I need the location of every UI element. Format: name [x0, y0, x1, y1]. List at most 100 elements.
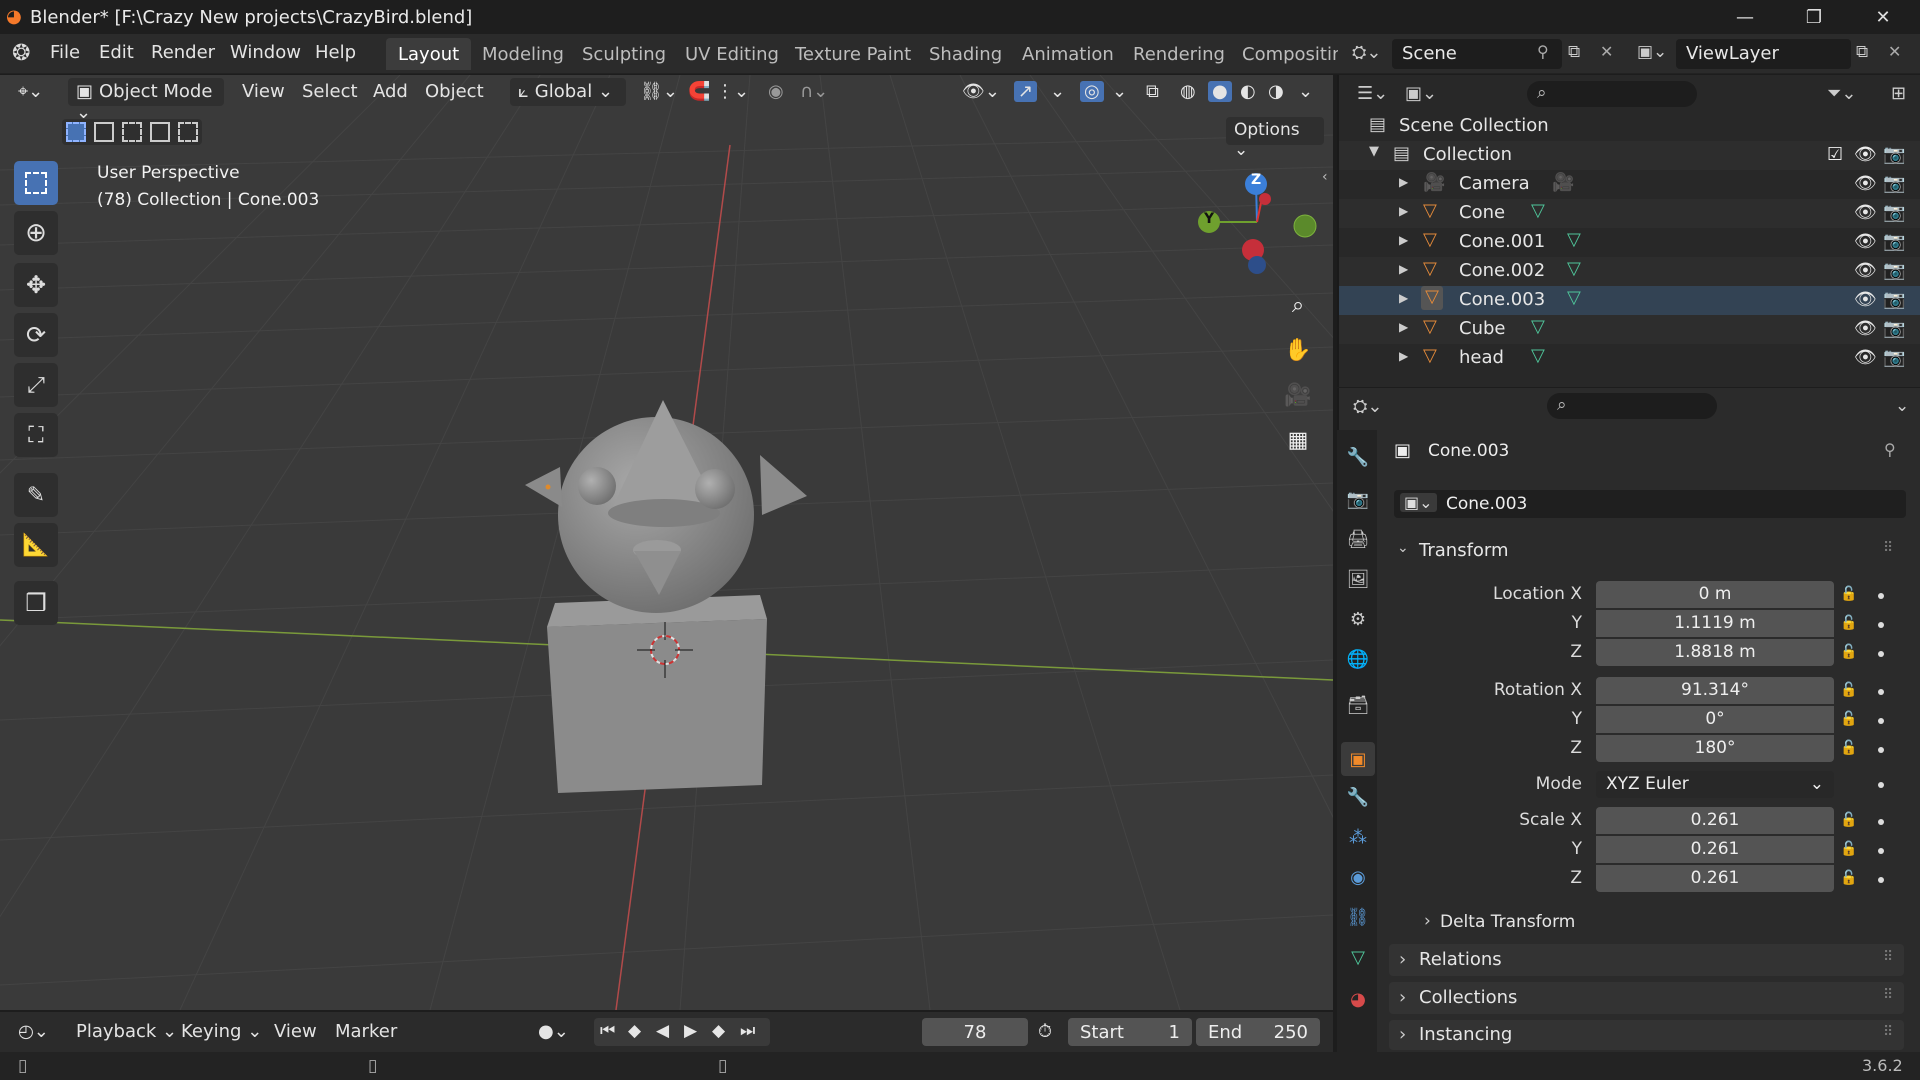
menu-playback[interactable]: Playback ⌄ [76, 1021, 177, 1042]
material-shading-icon[interactable]: ◐ [1240, 81, 1256, 102]
cube-object[interactable] [547, 595, 767, 793]
outliner-search-input[interactable]: ⌕ [1527, 81, 1697, 107]
xray-icon[interactable]: ⧉ [1146, 81, 1159, 102]
lock-icon[interactable]: 🔓 [1840, 841, 1857, 857]
menu-marker[interactable]: Marker [335, 1021, 397, 1042]
wireframe-shading-icon[interactable]: ◍ [1180, 81, 1196, 102]
cursor-tool[interactable]: ⊕ [14, 211, 58, 255]
keyframe-dot[interactable] [1878, 622, 1884, 628]
constraints-tab-icon[interactable]: ⛓ [1345, 904, 1371, 930]
outliner-row-camera[interactable]: ▶ 🎥 Camera 🎥 👁 📷 [1339, 170, 1920, 199]
stopwatch-icon[interactable]: ⏱ [1038, 1021, 1052, 1042]
location-y-field[interactable]: 1.1119 m [1596, 610, 1834, 637]
expand-arrow-icon[interactable]: ▶ [1399, 233, 1408, 247]
location-x-field[interactable]: 0 m [1596, 581, 1834, 608]
select-subtract-icon[interactable] [122, 122, 142, 142]
render-camera-icon[interactable]: 📷 [1883, 347, 1905, 368]
lock-icon[interactable]: 🔓 [1840, 711, 1857, 727]
scale-tool[interactable]: ⤢ [14, 363, 58, 407]
new-scene-icon[interactable]: ⧉ [1568, 42, 1580, 62]
drag-handle-icon[interactable]: ⠿ [1883, 949, 1893, 965]
physics-tab-icon[interactable]: ◉ [1345, 864, 1371, 890]
data-tab-icon[interactable]: ▽ [1345, 944, 1371, 970]
keyframe-dot[interactable] [1878, 651, 1884, 657]
sidebar-toggle-icon[interactable]: ‹ [1322, 169, 1328, 185]
keyframe-dot[interactable] [1878, 877, 1884, 883]
particles-tab-icon[interactable]: ⁂ [1345, 824, 1371, 850]
tab-animation[interactable]: Animation [1010, 38, 1126, 70]
eye-icon[interactable]: 👁 [1854, 318, 1877, 339]
menu-file[interactable]: File [50, 42, 80, 63]
rotate-tool[interactable]: ⟳ [14, 313, 58, 357]
object-tab-icon[interactable]: ▣ [1341, 742, 1375, 776]
navigation-gizmo[interactable] [1198, 173, 1317, 274]
eye-icon[interactable]: 👁 [1854, 260, 1877, 281]
tab-compositing[interactable]: Compositin [1230, 38, 1338, 70]
expand-arrow-icon[interactable]: ▼ [1369, 144, 1379, 159]
gizmo-toggle-icon[interactable]: ↗ [1014, 81, 1038, 102]
overlay-toggle-icon[interactable]: ◎ [1080, 81, 1104, 102]
expand-arrow-icon[interactable]: ▶ [1399, 320, 1408, 334]
material-tab-icon[interactable]: ◕ [1345, 986, 1371, 1012]
delete-scene-icon[interactable]: ✕ [1600, 42, 1613, 61]
keyframe-dot[interactable] [1878, 848, 1884, 854]
eye-icon[interactable]: 👁 [1854, 202, 1877, 223]
scene-tab-icon[interactable]: ⚙ [1345, 606, 1371, 632]
left-eye-object[interactable] [578, 467, 616, 505]
keyframe-dot[interactable] [1878, 718, 1884, 724]
lock-icon[interactable]: 🔓 [1840, 586, 1857, 602]
view-layer-icon[interactable]: ▣⌄ [1637, 42, 1667, 62]
pin-icon[interactable]: ⚲ [1537, 42, 1549, 61]
output-tab-icon[interactable]: 🖨 [1345, 526, 1371, 552]
zoom-button[interactable]: ⌕ [1278, 285, 1318, 325]
menu-select[interactable]: Select [302, 81, 358, 102]
keyframe-dot[interactable] [1878, 593, 1884, 599]
tab-uv-editing[interactable]: UV Editing [673, 38, 791, 70]
expand-arrow-icon[interactable]: ▶ [1399, 262, 1408, 276]
menu-render[interactable]: Render [151, 42, 215, 63]
end-frame-field[interactable]: End 250 [1196, 1018, 1320, 1046]
jump-end-icon[interactable]: ⏭ [740, 1021, 755, 1041]
select-box-tool[interactable] [14, 161, 58, 205]
options-button[interactable]: Options ⌄ [1226, 117, 1324, 160]
select-extend-icon[interactable] [94, 122, 114, 142]
start-frame-field[interactable]: Start 1 [1068, 1018, 1192, 1046]
timeline-editor-icon[interactable]: ◴⌄ [18, 1021, 49, 1042]
modifier-tab-icon[interactable]: 🔧 [1345, 784, 1371, 810]
overlay-dropdown-icon[interactable]: ⌄ [1112, 81, 1127, 102]
lock-icon[interactable]: 🔓 [1840, 812, 1857, 828]
properties-search-input[interactable]: ⌕ [1547, 393, 1717, 419]
world-tab-icon[interactable]: 🌐 [1345, 646, 1371, 672]
lock-icon[interactable]: 🔓 [1840, 682, 1857, 698]
rendered-shading-icon[interactable]: ◑ [1268, 81, 1284, 102]
visibility-icon[interactable]: 👁⌄ [962, 81, 1000, 102]
tab-layout[interactable]: Layout [386, 38, 472, 70]
new-view-layer-icon[interactable]: ⧉ [1856, 42, 1868, 62]
annotate-tool[interactable]: ✎ [14, 473, 58, 517]
close-window-button[interactable]: ✕ [1855, 0, 1911, 34]
view-layer-tab-icon[interactable]: 🖼 [1345, 566, 1371, 592]
lock-icon[interactable]: 🔓 [1840, 740, 1857, 756]
outliner-row-cone-003[interactable]: ▶ ▽ Cone.003 ▽ 👁 📷 [1339, 286, 1920, 315]
tab-shading[interactable]: Shading [917, 38, 1014, 70]
drag-handle-icon[interactable]: ⠿ [1883, 540, 1893, 556]
select-new-icon[interactable] [66, 122, 86, 142]
properties-editor-icon[interactable]: ⛭⌄ [1353, 396, 1382, 417]
keyframe-dot[interactable] [1878, 819, 1884, 825]
render-camera-icon[interactable]: 📷 [1883, 173, 1905, 194]
drag-handle-icon[interactable]: ⠿ [1883, 1024, 1893, 1040]
menu-help[interactable]: Help [315, 42, 356, 63]
proportional-edit-icon[interactable]: ◉ [768, 81, 784, 102]
tab-rendering[interactable]: Rendering [1121, 38, 1237, 70]
prev-keyframe-icon[interactable]: ◆ [628, 1021, 641, 1041]
object-type-icon[interactable]: ▣⌄ [1400, 493, 1437, 512]
select-invert-icon[interactable] [150, 122, 170, 142]
expand-arrow-icon[interactable]: ▶ [1399, 175, 1408, 189]
right-spike-object[interactable] [760, 455, 807, 515]
outliner-row-cube[interactable]: ▶ ▽ Cube ▽ 👁 📷 [1339, 315, 1920, 344]
render-camera-icon[interactable]: 📷 [1883, 144, 1905, 165]
lock-icon[interactable]: 🔓 [1840, 644, 1857, 660]
drag-handle-icon[interactable]: ⠿ [1883, 987, 1893, 1003]
rotation-y-field[interactable]: 0° [1596, 706, 1834, 733]
pivot-icon[interactable]: ⛓⌄ [640, 81, 678, 102]
